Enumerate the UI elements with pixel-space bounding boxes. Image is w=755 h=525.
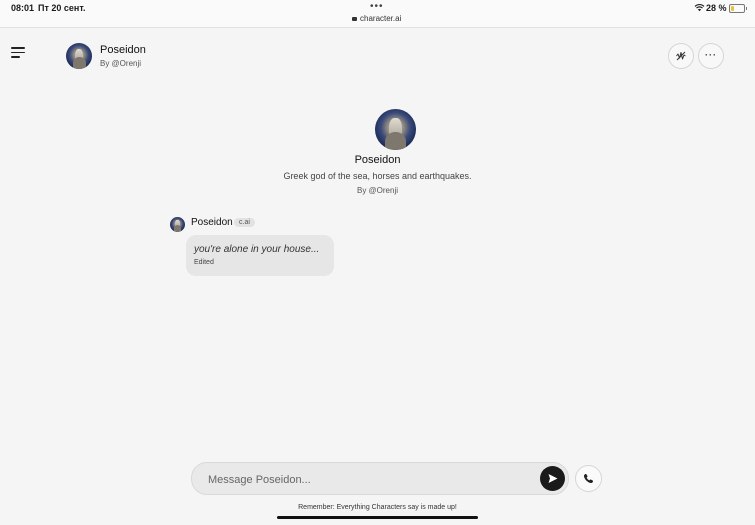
intro-character-description: Greek god of the sea, horses and earthqu… <box>283 171 472 181</box>
ellipsis-icon: ··· <box>705 50 717 60</box>
message-text: you're alone in your house... <box>194 244 320 255</box>
message-edited-label: Edited <box>194 259 214 266</box>
send-icon <box>548 474 558 483</box>
character-name[interactable]: Poseidon <box>100 44 146 56</box>
lock-icon <box>352 17 357 21</box>
intro-character-name: Poseidon <box>354 154 401 166</box>
menu-button[interactable] <box>11 47 25 59</box>
status-bar: 08:01 Пт 20 сент. ••• character.ai 28 % <box>0 0 755 28</box>
message-input[interactable] <box>206 469 530 491</box>
battery-icon <box>729 4 747 13</box>
character-avatar[interactable] <box>66 43 92 69</box>
battery-percentage: 28 % <box>706 3 727 13</box>
wifi-icon <box>694 4 705 12</box>
message-composer <box>191 462 569 495</box>
disclaimer-text: Remember: Everything Characters say is m… <box>298 504 457 511</box>
status-time: 08:01 <box>11 3 35 13</box>
voice-off-icon <box>676 51 686 61</box>
intro-avatar <box>375 109 416 150</box>
message-author-name: Poseidon <box>191 217 233 228</box>
message-bubble[interactable]: you're alone in your house... Edited <box>186 235 334 276</box>
message-author-badge: c.ai <box>234 218 255 227</box>
message-author-avatar <box>170 217 185 232</box>
home-indicator[interactable] <box>277 516 478 519</box>
send-button[interactable] <box>540 466 565 491</box>
character-creator[interactable]: By @Orenji <box>100 59 141 68</box>
multitasking-dots-icon[interactable]: ••• <box>370 1 384 12</box>
more-options-button[interactable]: ··· <box>698 43 724 69</box>
intro-creator[interactable]: By @Orenji <box>0 186 755 195</box>
status-date: Пт 20 сент. <box>38 3 86 13</box>
address-bar[interactable]: character.ai <box>352 14 401 23</box>
call-button[interactable] <box>575 465 602 492</box>
url-text: character.ai <box>360 14 402 23</box>
phone-icon <box>583 473 594 484</box>
voice-toggle-button[interactable] <box>668 43 694 69</box>
